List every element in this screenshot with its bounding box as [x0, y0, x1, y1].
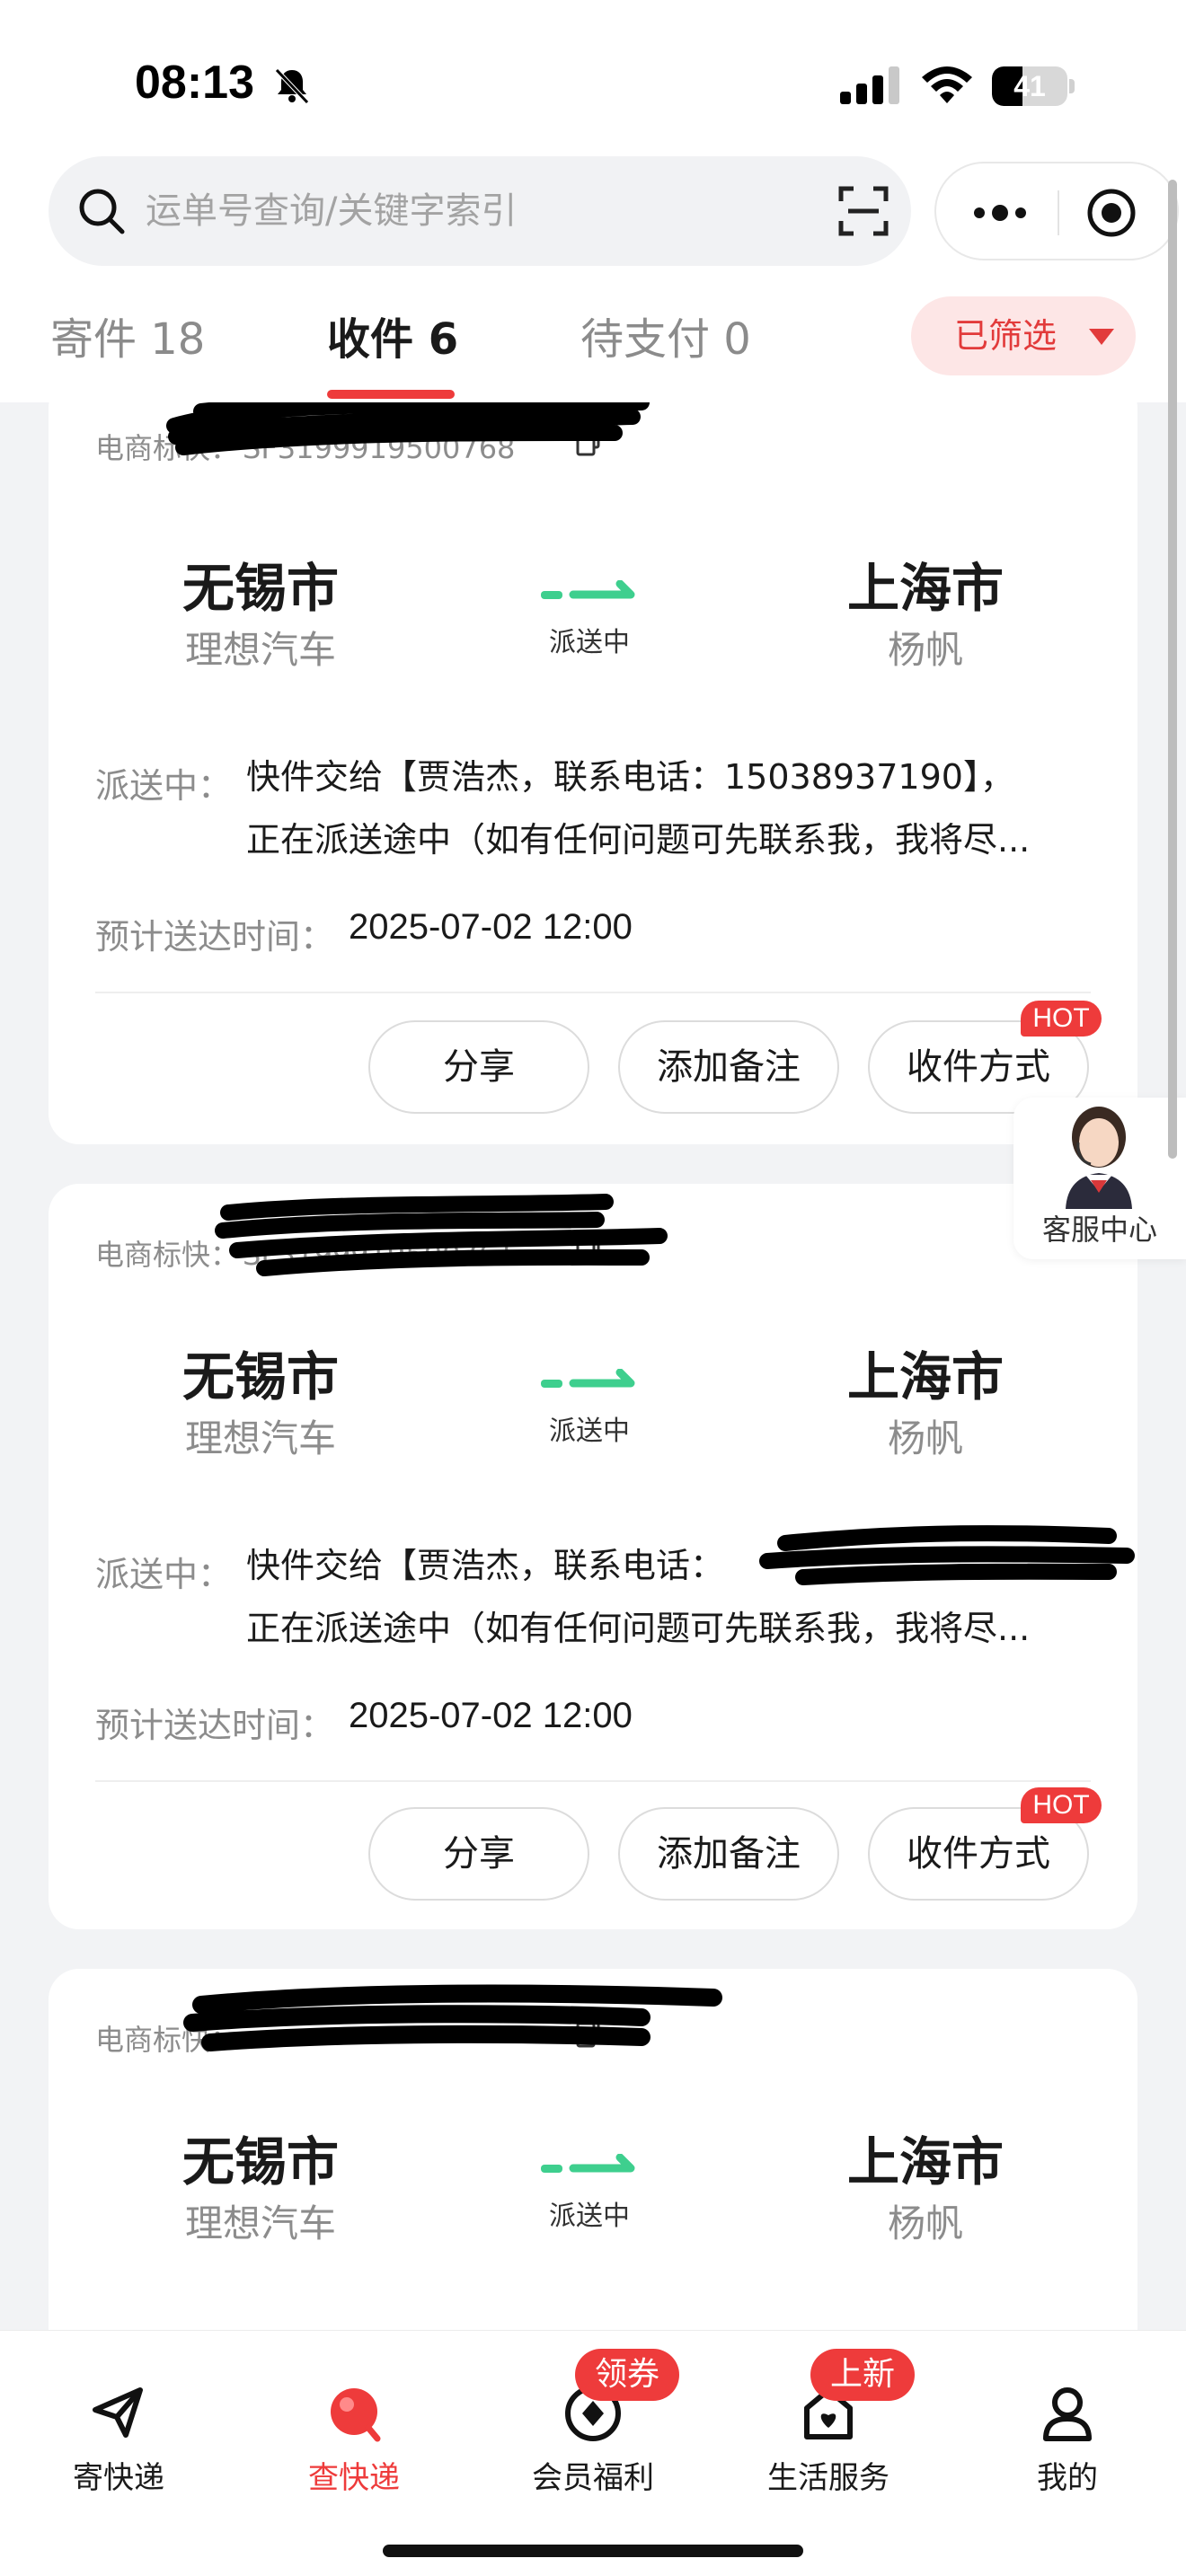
tracking-row: 电商标快：	[95, 2017, 243, 2059]
tab-sent[interactable]: 寄件 18	[50, 304, 205, 366]
origin-city: 无锡市	[181, 1346, 339, 1407]
detail-label: 派送中：	[95, 766, 233, 806]
caret-down-icon	[1089, 329, 1114, 345]
route-arrow-icon	[541, 1369, 635, 1388]
recipient-name: 杨帆	[887, 1416, 963, 1460]
bell-muted-icon	[275, 68, 309, 104]
redaction-scribble	[183, 1984, 722, 2051]
nav-send[interactable]: 寄快递	[29, 2358, 208, 2501]
tracking-number: SF3199919500761	[243, 1238, 516, 1272]
header: 08:13 41 运单号查询/关键字索引 寄件 18 收件 6 待支付 0 已筛…	[0, 0, 1186, 402]
nav-label: 寄快递	[73, 2460, 164, 2496]
more-dots-icon[interactable]	[969, 190, 1031, 235]
filter-button[interactable]: 已筛选	[911, 296, 1136, 375]
tracking-row: 电商标快： SF3199919500768	[95, 426, 515, 467]
tracking-label: 电商标快：	[95, 431, 240, 465]
copy-icon[interactable]	[575, 424, 602, 456]
nav-member[interactable]: 会员福利 领券	[503, 2349, 683, 2501]
copy-icon[interactable]	[575, 1231, 602, 1263]
add-note-button[interactable]: 添加备注	[618, 1807, 839, 1901]
divider	[95, 992, 1091, 993]
filter-label: 已筛选	[954, 316, 1058, 356]
search-input[interactable]	[146, 185, 828, 237]
route-arrow-icon	[541, 580, 635, 599]
tracking-number: SF3199919500768	[243, 431, 516, 465]
shipment-card[interactable]: 电商标快： SF3199919500761 无锡市 理想汽车 派送中 上海市 杨帆…	[49, 1184, 1137, 1929]
active-tab-indicator	[327, 390, 455, 399]
recipient-name: 杨帆	[887, 628, 963, 672]
eta-value: 2025-07-02 12:00	[349, 1696, 633, 1735]
destination-city: 上海市	[846, 1346, 1004, 1407]
nav-label: 生活服务	[767, 2460, 890, 2496]
detail-line-1: 快件交给【贾浩杰，联系电话：15038937190】，	[246, 757, 1014, 797]
eta-value: 2025-07-02 12:00	[349, 907, 633, 947]
search-bar[interactable]	[49, 156, 911, 266]
track-icon	[331, 2388, 381, 2442]
customer-service-agent-icon	[1066, 1107, 1132, 1209]
customer-service-button[interactable]: 客服中心	[1013, 1098, 1186, 1259]
destination-city: 上海市	[846, 558, 1004, 619]
profile-icon	[1043, 2387, 1092, 2441]
send-plane-icon	[93, 2387, 143, 2438]
origin-name: 理想汽车	[184, 1416, 336, 1460]
hot-badge: HOT	[1021, 1001, 1102, 1037]
new-badge: 上新	[810, 2349, 916, 2401]
origin-city: 无锡市	[181, 2131, 339, 2192]
search-icon	[79, 189, 125, 234]
divider	[95, 1780, 1091, 1782]
nav-label: 查快递	[308, 2460, 400, 2496]
detail-line-2: 正在派送途中（如有任何问题可先联系我，我将尽...	[246, 820, 1031, 860]
bottom-navigation: 寄快递 查快递 会员福利 领券 生活服务 上新 我的	[0, 2330, 1186, 2576]
share-button[interactable]: 分享	[368, 1020, 589, 1114]
battery-indicator: 41	[992, 66, 1075, 106]
close-miniapp-icon[interactable]	[1085, 187, 1137, 239]
coupon-badge: 领券	[575, 2349, 680, 2401]
share-button[interactable]: 分享	[368, 1807, 589, 1901]
origin-name: 理想汽车	[184, 2201, 336, 2245]
scan-icon[interactable]	[837, 185, 890, 237]
tracking-row: 电商标快： SF3199919500761	[95, 1232, 515, 1274]
hot-badge: HOT	[1021, 1787, 1102, 1823]
wifi-icon	[922, 66, 972, 103]
tab-pending-payment[interactable]: 待支付 0	[580, 304, 751, 366]
status-time: 08:13	[135, 57, 254, 109]
detail-label: 派送中：	[95, 1555, 233, 1594]
nav-label: 会员福利	[532, 2460, 654, 2496]
customer-service-label: 客服中心	[1041, 1213, 1157, 1247]
tracking-label: 电商标快：	[95, 2023, 240, 2057]
nav-life-service[interactable]: 生活服务 上新	[739, 2349, 918, 2501]
shipment-card[interactable]: 电商标快： SF3199919500768 无锡市 理想汽车 派送中 上海市 杨帆…	[49, 377, 1137, 1144]
eta-label: 预计送达时间：	[95, 917, 335, 957]
tab-received[interactable]: 收件 6	[327, 304, 458, 366]
eta-label: 预计送达时间：	[95, 1706, 335, 1745]
add-note-button[interactable]: 添加备注	[618, 1020, 839, 1114]
tab-bar: 寄件 18 收件 6 待支付 0 已筛选	[0, 296, 1186, 402]
origin-name: 理想汽车	[184, 628, 336, 672]
delivery-status: 派送中	[549, 2201, 630, 2232]
recipient-name: 杨帆	[887, 2201, 963, 2245]
delivery-status: 派送中	[549, 627, 630, 658]
detail-line-1: 快件交给【贾浩杰，联系电话：	[246, 1546, 725, 1585]
cellular-signal-icon	[840, 66, 899, 104]
home-indicator	[383, 2545, 803, 2557]
miniapp-capsule	[934, 162, 1179, 260]
nav-profile[interactable]: 我的	[978, 2358, 1157, 2501]
origin-city: 无锡市	[181, 558, 339, 619]
scrollbar[interactable]	[1168, 180, 1177, 1159]
destination-city: 上海市	[846, 2131, 1004, 2192]
copy-icon[interactable]	[575, 2016, 602, 2048]
detail-line-2: 正在派送途中（如有任何问题可先联系我，我将尽...	[246, 1609, 1031, 1648]
nav-track[interactable]: 查快递	[264, 2358, 444, 2501]
nav-label: 我的	[1037, 2460, 1098, 2496]
battery-level-text: 41	[1013, 70, 1046, 102]
delivery-status: 派送中	[549, 1416, 630, 1447]
tracking-label: 电商标快：	[95, 1238, 240, 1272]
route-arrow-icon	[541, 2154, 635, 2173]
